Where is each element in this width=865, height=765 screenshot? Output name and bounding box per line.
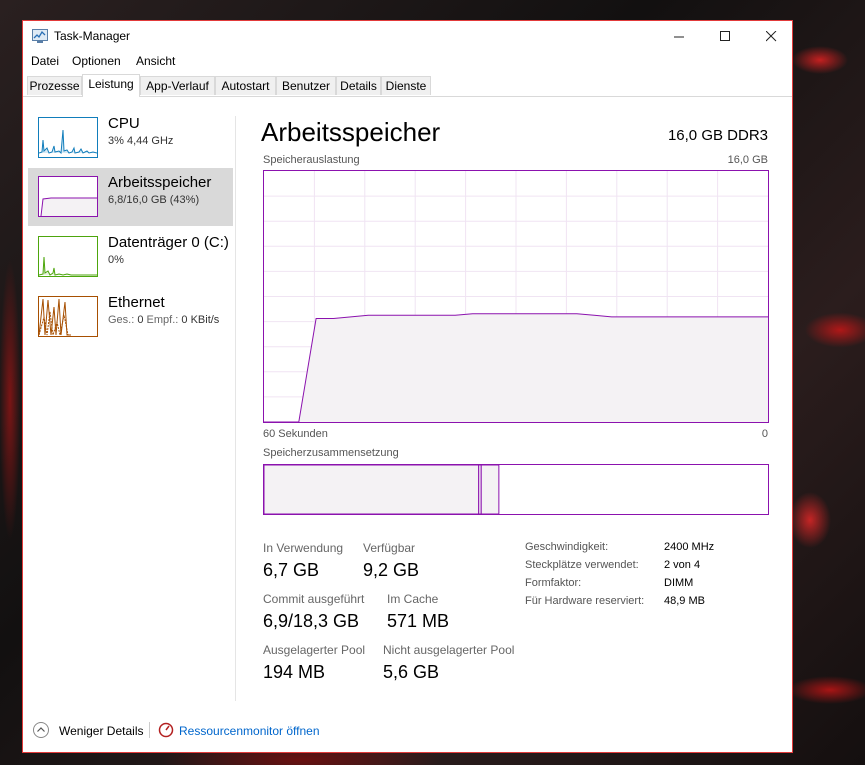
nonpaged-pool-value: 5,6 GB: [383, 662, 440, 682]
sidebar-cpu-name: CPU: [108, 115, 140, 132]
paged-pool-label: Ausgelagerter Pool: [263, 643, 366, 657]
fewer-details-button[interactable]: Weniger Details: [59, 724, 143, 738]
form-factor-label: Formfaktor:: [525, 577, 582, 589]
standby-segment[interactable]: [480, 464, 500, 515]
tab-prozesse[interactable]: Prozesse: [27, 76, 82, 95]
committed-value: 6,9/18,3 GB: [263, 611, 360, 631]
sidebar-disk-name: Datenträger 0 (C:): [108, 234, 229, 251]
sidebar-memory-name: Arbeitsspeicher: [108, 174, 212, 191]
sidebar-item-cpu[interactable]: CPU 3% 4,44 GHz: [28, 109, 233, 167]
resource-monitor-link[interactable]: Ressourcenmonitor öffnen: [179, 724, 320, 738]
in-use-label: In Verwendung: [263, 541, 344, 555]
cached-value: 571 MB: [387, 611, 450, 631]
usage-max-label: 16,0 GB: [727, 154, 768, 166]
time-right-label: 0: [761, 428, 768, 440]
speed-label: Geschwindigkeit:: [525, 541, 609, 553]
memory-capacity: 16,0 GB DDR3: [667, 127, 768, 144]
ethernet-send-value: 0: [137, 314, 144, 326]
close-button[interactable]: [748, 21, 794, 51]
tab-bar: Prozesse Leistung App-Verlauf Autostart …: [23, 74, 792, 97]
time-left-label: 60 Sekunden: [263, 428, 328, 440]
chevron-up-icon[interactable]: [33, 722, 49, 738]
sidebar-item-ethernet[interactable]: Ethernet Ges.: 0 Empf.: 0 KBit/s: [28, 288, 233, 346]
menu-ansicht[interactable]: Ansicht: [136, 54, 175, 68]
available-value: 9,2 GB: [363, 560, 420, 580]
footer-separator: [149, 722, 150, 738]
sidebar-item-disk[interactable]: Datenträger 0 (C:) 0%: [28, 228, 233, 286]
title-bar[interactable]: Task-Manager: [23, 21, 792, 51]
minimize-button[interactable]: [656, 21, 702, 51]
tab-autostart[interactable]: Autostart: [215, 76, 276, 95]
form-factor-value: DIMM: [664, 577, 694, 589]
menu-optionen[interactable]: Optionen: [72, 54, 121, 68]
composition-label: Speicherzusammensetzung: [263, 447, 399, 459]
tab-details[interactable]: Details: [336, 76, 381, 95]
sidebar-ethernet-sub: Ges.: 0 Empf.: 0 KBit/s: [108, 314, 219, 326]
minimize-icon: [673, 36, 684, 37]
disk-thumbnail: [38, 236, 98, 277]
hardware-reserved-value: 48,9 MB: [664, 595, 705, 607]
sidebar-memory-sub: 6,8/16,0 GB (43%): [108, 194, 200, 206]
speed-value: 2400 MHz: [664, 541, 715, 553]
memory-thumbnail: [38, 176, 98, 217]
usage-area: [264, 313, 768, 422]
sidebar-cpu-sub: 3% 4,44 GHz: [108, 135, 174, 147]
committed-label: Commit ausgeführt: [263, 592, 365, 606]
maximize-icon: [719, 30, 730, 41]
in-use-segment[interactable]: [263, 464, 480, 515]
close-icon: [765, 30, 776, 41]
memory-composition-plot: [263, 464, 500, 515]
sidebar-disk-sub: 0%: [108, 254, 124, 266]
usage-label: Speicherauslastung: [263, 154, 360, 166]
ethernet-thumbnail: [38, 296, 98, 337]
cached-label: Im Cache: [387, 592, 439, 606]
cpu-thumbnail: [38, 117, 98, 158]
ethernet-send-label: Ges.:: [108, 314, 135, 326]
menu-datei[interactable]: Datei: [31, 54, 59, 68]
tab-dienste[interactable]: Dienste: [381, 76, 431, 95]
tab-benutzer[interactable]: Benutzer: [276, 76, 336, 95]
footer-bar: Weniger Details Ressourcenmonitor öffnen: [23, 714, 792, 752]
memory-composition-bar[interactable]: [263, 464, 769, 515]
hardware-reserved-label: Für Hardware reserviert:: [525, 595, 645, 607]
ethernet-recv-label: Empf.:: [146, 314, 179, 326]
tab-app-verlauf[interactable]: App-Verlauf: [140, 76, 215, 95]
slots-value: 2 von 4: [664, 559, 701, 571]
memory-usage-plot: [264, 171, 768, 423]
resource-monitor-icon[interactable]: [158, 722, 174, 738]
window-title: Task-Manager: [54, 29, 131, 43]
memory-usage-graph: [263, 170, 769, 423]
nonpaged-pool-label: Nicht ausgelagerter Pool: [383, 643, 515, 657]
slots-label: Steckplätze verwendet:: [525, 559, 639, 571]
in-use-value: 6,7 GB: [263, 560, 320, 580]
sidebar-item-memory[interactable]: Arbeitsspeicher 6,8/16,0 GB (43%): [28, 168, 233, 226]
page-title: Arbeitsspeicher: [261, 117, 441, 147]
tab-leistung[interactable]: Leistung: [82, 74, 140, 97]
sidebar-divider: [235, 116, 236, 701]
task-manager-icon: [32, 29, 48, 43]
available-label: Verfügbar: [363, 541, 416, 555]
task-manager-window: Task-Manager Datei Optionen Ansicht Proz…: [22, 20, 793, 753]
menu-bar: Datei Optionen Ansicht: [23, 51, 792, 71]
sidebar-ethernet-name: Ethernet: [108, 294, 165, 311]
ethernet-recv-value: 0 KBit/s: [181, 314, 220, 326]
paged-pool-value: 194 MB: [263, 662, 326, 682]
maximize-button[interactable]: [702, 21, 748, 51]
